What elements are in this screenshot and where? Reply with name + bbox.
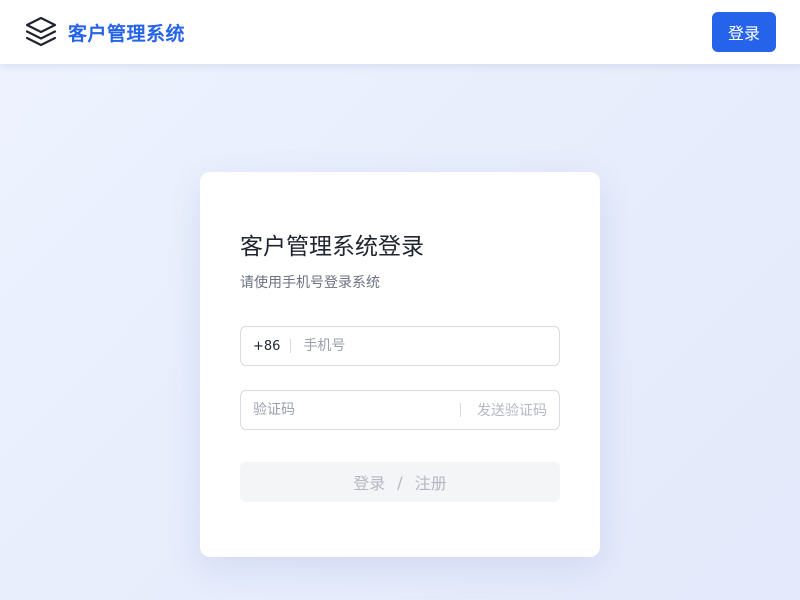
brand-title: 客户管理系统 xyxy=(68,22,186,45)
login-subtitle: 请使用手机号登录系统 xyxy=(240,275,380,291)
top-navigation-bar: 客户管理系统 登录 xyxy=(0,0,800,64)
brand: 客户管理系统 xyxy=(24,15,185,49)
verification-code-input[interactable] xyxy=(253,402,452,418)
login-label: 登录 xyxy=(353,474,386,493)
verification-code-field[interactable]: 发送验证码 xyxy=(240,390,560,430)
phone-input[interactable] xyxy=(303,338,547,354)
send-code-button[interactable]: 发送验证码 xyxy=(477,400,547,420)
country-code-prefix: +86 xyxy=(253,338,281,354)
separator: / xyxy=(397,472,403,492)
header-login-button[interactable]: 登录 xyxy=(712,12,776,52)
layers-icon xyxy=(25,16,57,47)
login-register-button[interactable]: 登录 / 注册 xyxy=(240,462,560,502)
register-label: 注册 xyxy=(414,474,447,493)
phone-field[interactable]: +86 xyxy=(240,326,560,366)
login-card: 客户管理系统登录 请使用手机号登录系统 +86 发送验证码 登录 / 注册 xyxy=(200,172,600,557)
login-title: 客户管理系统登录 xyxy=(240,234,424,260)
divider xyxy=(290,339,292,353)
divider xyxy=(460,403,461,417)
